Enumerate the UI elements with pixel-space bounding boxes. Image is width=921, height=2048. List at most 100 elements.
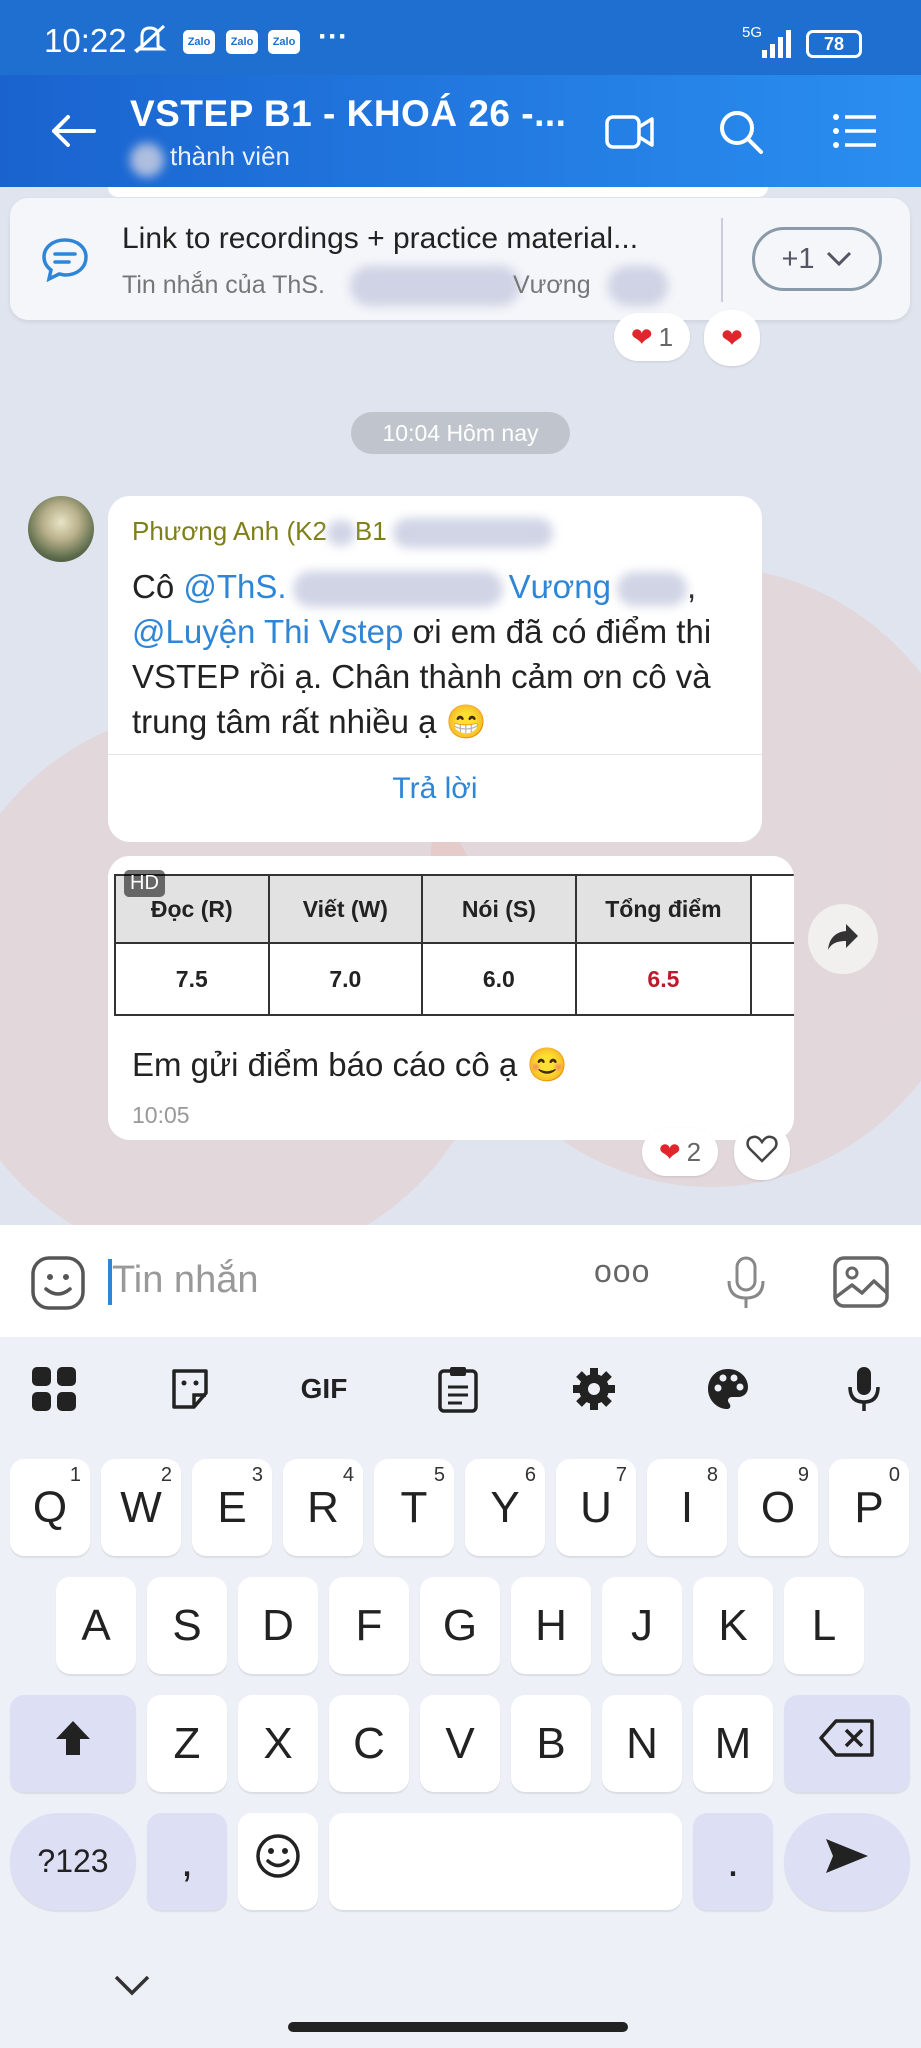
pinned-subtitle-name: Vương: [513, 271, 591, 299]
key-label: I: [680, 1482, 694, 1532]
key-y[interactable]: Y6: [465, 1459, 545, 1556]
key-hint: 8: [706, 1464, 718, 1486]
reaction-count: 2: [686, 1136, 702, 1167]
key-v[interactable]: V: [420, 1695, 500, 1792]
pinned-chat-icon: [40, 236, 90, 283]
key-hint: 7: [615, 1464, 627, 1486]
voice-message-icon[interactable]: [722, 1255, 770, 1311]
emoji-key[interactable]: [238, 1813, 318, 1910]
message-bubble[interactable]: Phương Anh (K2 B1 Cô @ThS. Vương, @Luyện Th…: [108, 496, 762, 842]
key-q[interactable]: Q1: [10, 1459, 90, 1556]
key-m[interactable]: M: [693, 1695, 773, 1792]
score-image[interactable]: Đọc (R) Viết (W) Nói (S) Tổng điểm 7.5 7…: [108, 856, 794, 1026]
avatar[interactable]: [28, 496, 94, 562]
emoji-sticker-icon[interactable]: [30, 1255, 86, 1311]
date-divider: 10:04 Hôm nay: [351, 412, 570, 454]
key-label: U: [580, 1482, 612, 1532]
table-header-cell: [750, 874, 794, 944]
pinned-title: Link to recordings + practice material..…: [122, 222, 639, 255]
table-header-cell: Viết (W): [267, 874, 424, 944]
key-z[interactable]: Z: [147, 1695, 227, 1792]
key-h[interactable]: H: [511, 1577, 591, 1674]
key-d[interactable]: D: [238, 1577, 318, 1674]
mic-icon[interactable]: [834, 1359, 894, 1419]
heart-outline-icon: [746, 1135, 778, 1170]
video-call-icon[interactable]: [604, 113, 656, 151]
apps-icon[interactable]: [24, 1359, 84, 1419]
space-key[interactable]: [329, 1813, 682, 1910]
more-options-icon[interactable]: ooo: [594, 1253, 650, 1290]
period-key[interactable]: .: [693, 1813, 773, 1910]
forward-arrow-icon: [826, 922, 860, 957]
share-forward-button[interactable]: [808, 904, 878, 974]
key-n[interactable]: N: [602, 1695, 682, 1792]
emoji-icon: [254, 1832, 302, 1891]
reaction-summary[interactable]: ❤ 2: [642, 1128, 718, 1176]
sender-name-prefix: Phương Anh (K2: [132, 516, 327, 546]
mention-link[interactable]: @ThS.: [183, 568, 286, 605]
shift-key[interactable]: [10, 1695, 136, 1792]
zalo-notification-icon: Zalo: [268, 30, 300, 54]
mute-icon: [132, 24, 168, 54]
key-label: Q: [32, 1482, 68, 1532]
send-key[interactable]: [784, 1813, 910, 1910]
menu-list-icon[interactable]: [832, 113, 878, 149]
comma-key[interactable]: ,: [147, 1813, 227, 1910]
key-r[interactable]: R4: [283, 1459, 363, 1556]
key-u[interactable]: U7: [556, 1459, 636, 1556]
key-j[interactable]: J: [602, 1577, 682, 1674]
search-icon[interactable]: [718, 109, 764, 155]
key-f[interactable]: F: [329, 1577, 409, 1674]
group-subtitle[interactable]: thành viên: [170, 141, 290, 172]
key-w[interactable]: W2: [101, 1459, 181, 1556]
mention-link-name[interactable]: Vương: [509, 568, 611, 605]
reply-button[interactable]: Trả lời: [108, 772, 762, 806]
key-k[interactable]: K: [693, 1577, 773, 1674]
key-label: E: [217, 1482, 247, 1532]
key-b[interactable]: B: [511, 1695, 591, 1792]
key-s[interactable]: S: [147, 1577, 227, 1674]
key-a[interactable]: A: [56, 1577, 136, 1674]
react-heart-button[interactable]: ❤: [704, 310, 760, 366]
key-g[interactable]: G: [420, 1577, 500, 1674]
image-gallery-icon[interactable]: [832, 1255, 890, 1309]
settings-icon[interactable]: [564, 1359, 624, 1419]
back-arrow-icon[interactable]: [48, 113, 98, 149]
comma-text: ,: [687, 568, 697, 605]
key-x[interactable]: X: [238, 1695, 318, 1792]
key-hint: 9: [797, 1464, 809, 1486]
image-message-bubble[interactable]: Đọc (R) Viết (W) Nói (S) Tổng điểm 7.5 7…: [108, 856, 794, 1140]
sticker-icon[interactable]: [160, 1359, 220, 1419]
react-heart-button[interactable]: [734, 1124, 790, 1180]
key-c[interactable]: C: [329, 1695, 409, 1792]
key-t[interactable]: T5: [374, 1459, 454, 1556]
hide-keyboard-chevron-icon[interactable]: [112, 1973, 152, 1999]
key-hint: 6: [524, 1464, 536, 1486]
member-count-redacted: [130, 143, 164, 177]
mention-link[interactable]: @Luyện Thi Vstep: [132, 613, 403, 650]
key-o[interactable]: O9: [738, 1459, 818, 1556]
key-e[interactable]: E3: [192, 1459, 272, 1556]
clipboard-icon[interactable]: [428, 1359, 488, 1419]
table-value-cell: 7.0: [267, 942, 424, 1016]
chevron-down-icon: [825, 243, 853, 276]
heart-icon: ❤: [721, 322, 743, 353]
key-label: W: [120, 1482, 162, 1532]
more-pinned-button[interactable]: +1: [752, 227, 882, 291]
key-i[interactable]: I8: [647, 1459, 727, 1556]
backspace-key[interactable]: [784, 1695, 910, 1792]
heart-icon: ❤: [658, 1136, 681, 1167]
pinned-message-bar[interactable]: Link to recordings + practice material..…: [10, 198, 910, 320]
on-screen-keyboard: GIF Q1 W2 E3 R4 T5 Y6 U7 I8 O9 P0 A S D …: [0, 1337, 921, 2048]
message-input[interactable]: Tin nhắn: [112, 1259, 258, 1302]
key-p[interactable]: P0: [829, 1459, 909, 1556]
symbols-key[interactable]: ?123: [10, 1813, 136, 1910]
key-l[interactable]: L: [784, 1577, 864, 1674]
gif-button[interactable]: GIF: [294, 1359, 354, 1419]
more-pinned-count: +1: [781, 242, 815, 275]
group-title[interactable]: VSTEP B1 - KHOÁ 26 -...: [130, 93, 566, 135]
sender-name-suffix: B1: [354, 516, 387, 546]
reaction-summary[interactable]: ❤ 1: [614, 313, 690, 361]
palette-icon[interactable]: [698, 1359, 758, 1419]
home-gesture-bar[interactable]: [288, 2022, 628, 2032]
